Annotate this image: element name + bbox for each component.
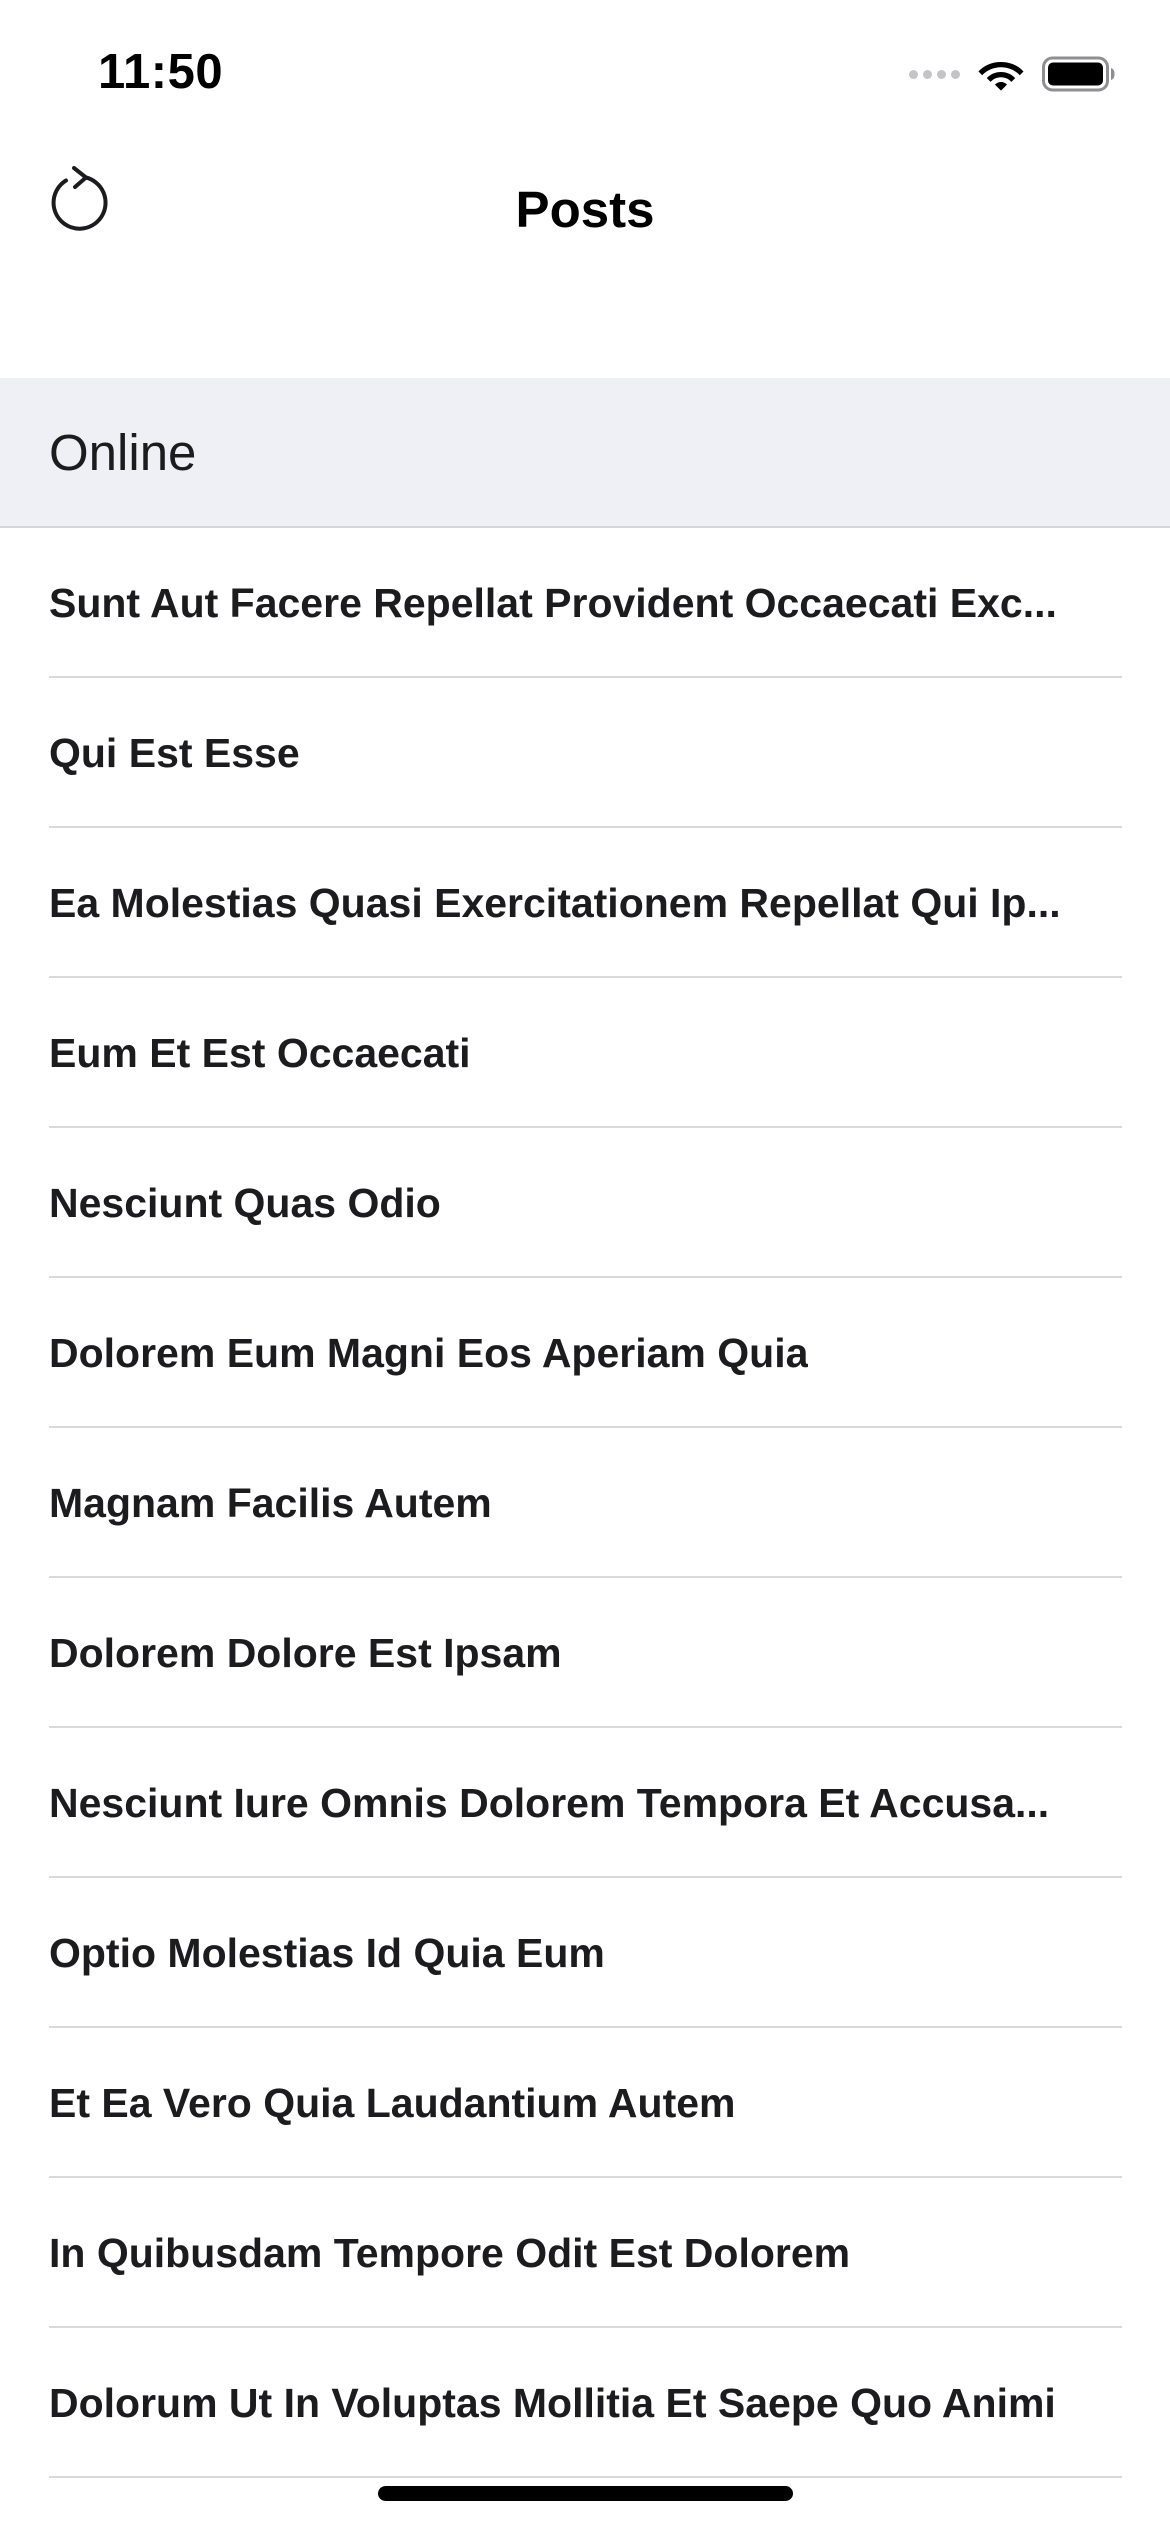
post-title: Ea Molestias Quasi Exercitationem Repell…: [49, 879, 1061, 926]
page-title: Posts: [515, 181, 655, 238]
post-title: Magnam Facilis Autem: [49, 1479, 492, 1526]
status-icons: [909, 54, 1116, 94]
post-title: Nesciunt Iure Omnis Dolorem Tempora Et A…: [49, 1779, 1050, 1826]
post-title: Dolorem Dolore Est Ipsam: [49, 1629, 562, 1676]
list-item[interactable]: In Quibusdam Tempore Odit Est Dolorem: [0, 2178, 1170, 2328]
list-item[interactable]: Nesciunt Iure Omnis Dolorem Tempora Et A…: [0, 1728, 1170, 1878]
list-item[interactable]: Sunt Aut Facere Repellat Provident Occae…: [0, 528, 1170, 678]
post-title: Et Ea Vero Quia Laudantium Autem: [49, 2079, 736, 2126]
signal-icon: [909, 69, 960, 79]
status-time: 11:50: [98, 45, 224, 99]
wifi-icon: [978, 62, 1024, 91]
list-item[interactable]: Dolorem Dolore Est Ipsam: [0, 1578, 1170, 1728]
post-title: Dolorem Eum Magni Eos Aperiam Quia: [49, 1329, 809, 1376]
list-item[interactable]: Dolorum Ut In Voluptas Mollitia Et Saepe…: [0, 2328, 1170, 2478]
post-title: Qui Est Esse: [49, 729, 300, 776]
list-item[interactable]: Nesciunt Quas Odio: [0, 1128, 1170, 1278]
navigation-bar: Posts: [0, 140, 1170, 274]
posts-screen: 11:50 Posts Online Sunt Aut Facere Repel…: [0, 0, 1170, 2532]
list-item[interactable]: Qui Est Esse: [0, 678, 1170, 828]
list-item[interactable]: Et Ea Vero Quia Laudantium Autem: [0, 2028, 1170, 2178]
post-list: Sunt Aut Facere Repellat Provident Occae…: [0, 528, 1170, 2478]
status-bar: 11:50: [0, 0, 1170, 140]
section-header-label: Online: [49, 423, 197, 481]
post-title: In Quibusdam Tempore Odit Est Dolorem: [49, 2229, 851, 2276]
list-item[interactable]: Magnam Facilis Autem: [0, 1428, 1170, 1578]
post-title: Optio Molestias Id Quia Eum: [49, 1929, 605, 1976]
post-title: Sunt Aut Facere Repellat Provident Occae…: [49, 579, 1057, 626]
list-item[interactable]: Dolorem Eum Magni Eos Aperiam Quia: [0, 1278, 1170, 1428]
home-indicator[interactable]: [378, 2486, 793, 2501]
section-header: Online: [0, 378, 1170, 528]
post-title: Nesciunt Quas Odio: [49, 1179, 441, 1226]
post-title: Dolorum Ut In Voluptas Mollitia Et Saepe…: [49, 2379, 1056, 2426]
post-title: Eum Et Est Occaecati: [49, 1029, 471, 1076]
list-item[interactable]: Ea Molestias Quasi Exercitationem Repell…: [0, 828, 1170, 978]
list-item[interactable]: Eum Et Est Occaecati: [0, 978, 1170, 1128]
list-item[interactable]: Optio Molestias Id Quia Eum: [0, 1878, 1170, 2028]
battery-icon: [1042, 56, 1115, 92]
